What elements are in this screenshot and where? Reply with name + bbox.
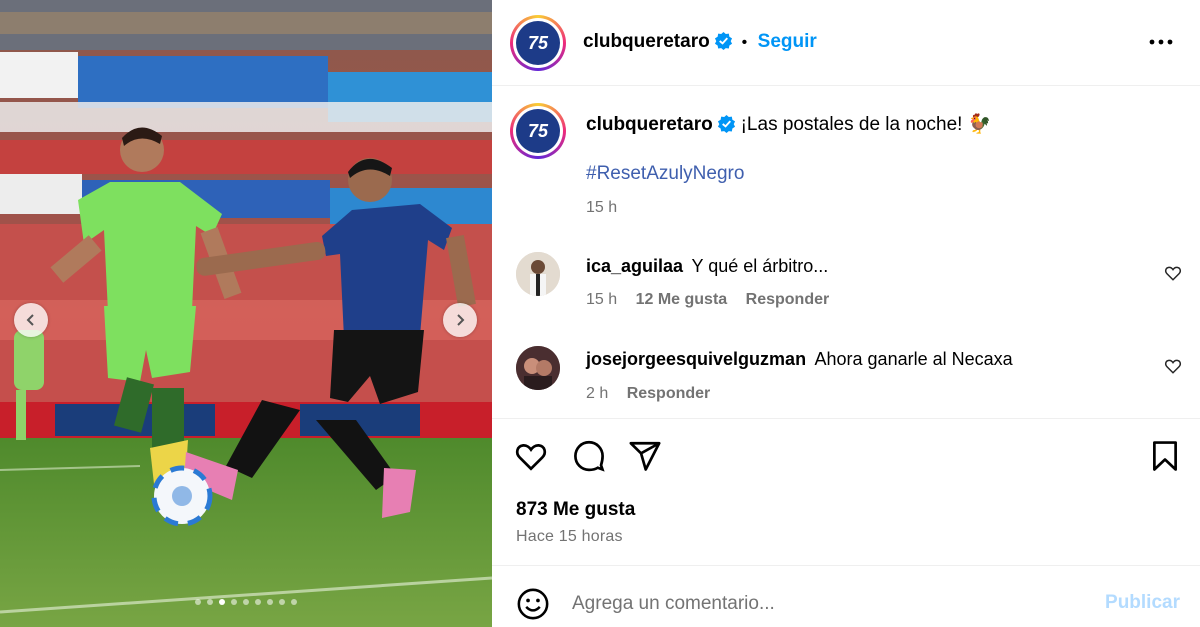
carousel-dot bbox=[255, 599, 261, 605]
caption-hashtag[interactable]: #ResetAzulyNegro bbox=[586, 163, 744, 185]
comment-2-meta: 2 h Responder bbox=[586, 385, 710, 403]
club-logo: 75 bbox=[516, 109, 560, 153]
like-button[interactable] bbox=[514, 439, 548, 473]
header-author-row: clubqueretaro • Seguir bbox=[583, 31, 817, 53]
carousel-dot bbox=[195, 599, 201, 605]
reply-button[interactable]: Responder bbox=[627, 385, 711, 402]
emoji-icon[interactable] bbox=[516, 587, 550, 621]
bookmark-icon bbox=[1153, 441, 1177, 471]
carousel-dot bbox=[279, 599, 285, 605]
comment-2-row: josejorgeesquivelguzman Ahora ganarle al… bbox=[586, 349, 1013, 370]
carousel-dot bbox=[219, 599, 225, 605]
user-photo bbox=[516, 346, 560, 390]
post-timestamp[interactable]: Hace 15 horas bbox=[516, 528, 623, 546]
carousel-prev-button[interactable] bbox=[14, 303, 48, 337]
carousel-next-button[interactable] bbox=[443, 303, 477, 337]
more-options-icon[interactable] bbox=[1148, 34, 1174, 50]
club-logo: 75 bbox=[516, 21, 560, 65]
composer-divider bbox=[492, 565, 1200, 566]
share-button[interactable] bbox=[628, 439, 662, 473]
author-avatar[interactable]: 75 bbox=[510, 15, 566, 71]
post-detail-panel: 75 clubqueretaro • Seguir 75 clubquereta… bbox=[492, 0, 1200, 627]
post-header: 75 clubqueretaro • Seguir bbox=[492, 0, 1200, 86]
caption-row: clubqueretaro ¡Las postales de la noche!… bbox=[586, 112, 991, 136]
comment-age[interactable]: 15 h bbox=[586, 291, 617, 308]
author-username[interactable]: clubqueretaro bbox=[583, 31, 710, 52]
comment-username[interactable]: ica_aguilaa bbox=[586, 256, 683, 276]
comment-username[interactable]: josejorgeesquivelguzman bbox=[586, 349, 806, 369]
comment-avatar[interactable] bbox=[516, 252, 560, 296]
carousel-dot bbox=[207, 599, 213, 605]
actions-divider bbox=[492, 418, 1200, 419]
comment-avatar[interactable] bbox=[516, 346, 560, 390]
user-photo bbox=[516, 252, 560, 296]
caption-author-avatar[interactable]: 75 bbox=[510, 103, 566, 159]
verified-badge-icon bbox=[718, 114, 736, 133]
comment-likes[interactable]: 12 Me gusta bbox=[636, 291, 728, 308]
heart-icon[interactable] bbox=[1164, 264, 1182, 282]
heart-icon bbox=[515, 444, 547, 471]
carousel-dot bbox=[231, 599, 237, 605]
caption-username[interactable]: clubqueretaro bbox=[586, 114, 713, 135]
comment-1-row: ica_aguilaa Y qué el árbitro... bbox=[586, 256, 828, 277]
comment-text: Ahora ganarle al Necaxa bbox=[814, 349, 1013, 369]
comment-text: Y qué el árbitro... bbox=[691, 256, 829, 276]
follow-button[interactable]: Seguir bbox=[758, 31, 817, 52]
reply-button[interactable]: Responder bbox=[746, 291, 830, 308]
chevron-right-icon bbox=[457, 314, 465, 326]
football-match-photo bbox=[0, 0, 492, 627]
comment-input[interactable] bbox=[572, 588, 1072, 620]
publish-button[interactable]: Publicar bbox=[1105, 592, 1180, 614]
comment-1-meta: 15 h 12 Me gusta Responder bbox=[586, 291, 829, 309]
heart-icon[interactable] bbox=[1164, 357, 1182, 375]
carousel-dot bbox=[267, 599, 273, 605]
carousel-dot bbox=[291, 599, 297, 605]
comment-icon bbox=[574, 440, 605, 472]
caption-age[interactable]: 15 h bbox=[586, 199, 617, 217]
chevron-left-icon bbox=[26, 314, 34, 326]
caption-text: ¡Las postales de la noche! 🐓 bbox=[740, 114, 992, 135]
verified-badge-icon bbox=[715, 31, 733, 50]
header-separator: • bbox=[741, 34, 748, 51]
share-icon bbox=[629, 441, 661, 471]
save-button[interactable] bbox=[1148, 439, 1182, 473]
carousel-indicator bbox=[0, 599, 492, 605]
comment-button[interactable] bbox=[572, 439, 606, 473]
post-photo[interactable] bbox=[0, 0, 492, 627]
like-count[interactable]: 873 Me gusta bbox=[516, 499, 635, 521]
carousel-dot bbox=[243, 599, 249, 605]
comment-age[interactable]: 2 h bbox=[586, 385, 608, 402]
